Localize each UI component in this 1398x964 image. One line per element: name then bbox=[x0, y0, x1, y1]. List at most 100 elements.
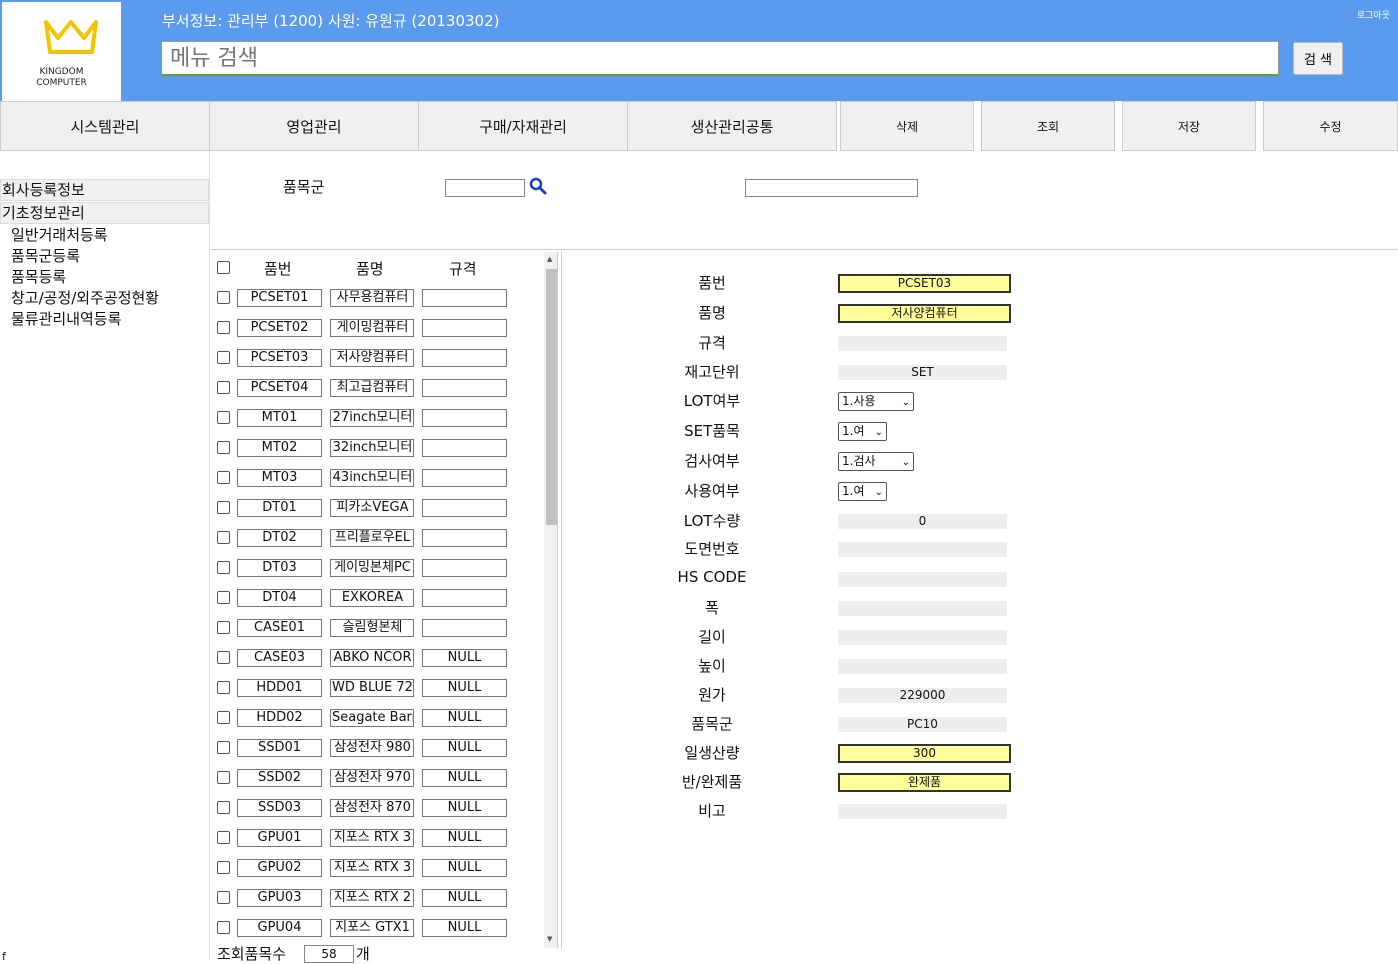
field-value[interactable]: PC10 bbox=[838, 717, 1007, 732]
field-select[interactable]: 1.사용 ⌄ bbox=[838, 392, 914, 411]
row-spec[interactable]: NULL bbox=[422, 649, 507, 667]
row-name[interactable]: 최고급컴퓨터 bbox=[330, 379, 414, 397]
table-row[interactable]: GPU01 지포스 RTX 3 NULL bbox=[211, 829, 541, 849]
row-code[interactable]: GPU04 bbox=[237, 919, 322, 937]
row-checkbox[interactable] bbox=[217, 501, 230, 514]
row-code[interactable]: PCSET02 bbox=[237, 319, 322, 337]
item-group-code-input[interactable] bbox=[445, 179, 525, 197]
sidebar-item-logistics[interactable]: 물류관리내역등록 bbox=[11, 309, 121, 329]
sidebar-group-basic-info[interactable]: 기초정보관리 bbox=[0, 202, 209, 224]
row-checkbox[interactable] bbox=[217, 861, 230, 874]
row-checkbox[interactable] bbox=[217, 351, 230, 364]
sidebar-group-company[interactable]: 회사등록정보 bbox=[0, 179, 209, 201]
row-name[interactable]: 27inch모니터 bbox=[330, 409, 414, 427]
row-spec[interactable]: NULL bbox=[422, 799, 507, 817]
row-name[interactable]: 지포스 RTX 3 bbox=[330, 829, 414, 847]
row-name[interactable]: 프리플로우EL bbox=[330, 529, 414, 547]
row-checkbox[interactable] bbox=[217, 771, 230, 784]
row-checkbox[interactable] bbox=[217, 621, 230, 634]
field-value[interactable] bbox=[838, 336, 1007, 351]
edit-button[interactable]: 수정 bbox=[1263, 101, 1398, 151]
row-code[interactable]: DT04 bbox=[237, 589, 322, 607]
row-checkbox[interactable] bbox=[217, 561, 230, 574]
row-code[interactable]: PCSET03 bbox=[237, 349, 322, 367]
row-spec[interactable] bbox=[422, 559, 507, 577]
table-row[interactable]: MT03 43inch모니터 bbox=[211, 469, 541, 489]
delete-button[interactable]: 삭제 bbox=[840, 101, 974, 151]
field-input-required[interactable]: 300 bbox=[838, 744, 1011, 763]
row-name[interactable]: WD BLUE 72 bbox=[330, 679, 414, 697]
row-spec[interactable]: NULL bbox=[422, 769, 507, 787]
sidebar-item-client[interactable]: 일반거래처등록 bbox=[11, 225, 108, 245]
table-row[interactable]: DT02 프리플로우EL bbox=[211, 529, 541, 549]
query-button[interactable]: 조회 bbox=[981, 101, 1115, 151]
table-row[interactable]: PCSET04 최고급컴퓨터 bbox=[211, 379, 541, 399]
field-value[interactable]: 0 bbox=[838, 514, 1007, 529]
table-row[interactable]: SSD03 삼성전자 870 NULL bbox=[211, 799, 541, 819]
scroll-up-icon[interactable]: ▲ bbox=[547, 255, 552, 263]
row-spec[interactable]: NULL bbox=[422, 739, 507, 757]
row-checkbox[interactable] bbox=[217, 321, 230, 334]
row-name[interactable]: 32inch모니터 bbox=[330, 439, 414, 457]
scroll-thumb[interactable] bbox=[546, 269, 557, 525]
row-name[interactable]: 삼성전자 980 bbox=[330, 739, 414, 757]
row-checkbox[interactable] bbox=[217, 291, 230, 304]
menu-production-common[interactable]: 생산관리공통 bbox=[627, 101, 837, 151]
row-name[interactable]: 저사양컴퓨터 bbox=[330, 349, 414, 367]
row-name[interactable]: EXKOREA bbox=[330, 589, 414, 607]
table-row[interactable]: SSD02 삼성전자 970 NULL bbox=[211, 769, 541, 789]
row-spec[interactable] bbox=[422, 409, 507, 427]
row-code[interactable]: CASE03 bbox=[237, 649, 322, 667]
field-select[interactable]: 1.검사 ⌄ bbox=[838, 452, 914, 471]
table-row[interactable]: GPU03 지포스 RTX 2 NULL bbox=[211, 889, 541, 909]
select-all-checkbox[interactable] bbox=[217, 261, 230, 274]
row-code[interactable]: MT02 bbox=[237, 439, 322, 457]
row-spec[interactable] bbox=[422, 619, 507, 637]
save-button[interactable]: 저장 bbox=[1122, 101, 1256, 151]
field-value[interactable] bbox=[838, 542, 1007, 557]
field-value[interactable] bbox=[838, 659, 1007, 674]
row-name[interactable]: 지포스 RTX 2 bbox=[330, 889, 414, 907]
table-row[interactable]: MT01 27inch모니터 bbox=[211, 409, 541, 429]
table-row[interactable]: PCSET03 저사양컴퓨터 bbox=[211, 349, 541, 369]
scroll-down-icon[interactable]: ▼ bbox=[547, 935, 552, 943]
row-checkbox[interactable] bbox=[217, 741, 230, 754]
row-spec[interactable]: NULL bbox=[422, 919, 507, 937]
table-row[interactable]: CASE01 슬림형본체 bbox=[211, 619, 541, 639]
row-spec[interactable] bbox=[422, 499, 507, 517]
row-code[interactable]: PCSET04 bbox=[237, 379, 322, 397]
row-code[interactable]: DT01 bbox=[237, 499, 322, 517]
field-value[interactable] bbox=[838, 572, 1007, 587]
table-row[interactable]: DT01 피카소VEGA bbox=[211, 499, 541, 519]
scrollbar[interactable]: ▲ ▼ bbox=[544, 252, 557, 948]
row-checkbox[interactable] bbox=[217, 591, 230, 604]
table-row[interactable]: PCSET02 게이밍컴퓨터 bbox=[211, 319, 541, 339]
kingdom-logo[interactable]: KINGDOM COMPUTER bbox=[2, 2, 121, 101]
sidebar-item-item-group[interactable]: 품목군등록 bbox=[11, 246, 80, 266]
row-checkbox[interactable] bbox=[217, 381, 230, 394]
row-name[interactable]: 피카소VEGA bbox=[330, 499, 414, 517]
field-value[interactable] bbox=[838, 804, 1007, 819]
row-checkbox[interactable] bbox=[217, 441, 230, 454]
row-spec[interactable] bbox=[422, 589, 507, 607]
row-name[interactable]: 게이밍본체PC bbox=[330, 559, 414, 577]
row-code[interactable]: GPU01 bbox=[237, 829, 322, 847]
menu-system-management[interactable]: 시스템관리 bbox=[0, 101, 210, 151]
table-row[interactable]: HDD01 WD BLUE 72 NULL bbox=[211, 679, 541, 699]
row-checkbox[interactable] bbox=[217, 531, 230, 544]
row-spec[interactable] bbox=[422, 289, 507, 307]
field-value[interactable]: SET bbox=[838, 365, 1007, 380]
table-row[interactable]: PCSET01 사무용컴퓨터 bbox=[211, 289, 541, 309]
row-spec[interactable]: NULL bbox=[422, 889, 507, 907]
row-code[interactable]: DT03 bbox=[237, 559, 322, 577]
row-spec[interactable] bbox=[422, 439, 507, 457]
row-spec[interactable] bbox=[422, 529, 507, 547]
row-name[interactable]: 게이밍컴퓨터 bbox=[330, 319, 414, 337]
row-spec[interactable]: NULL bbox=[422, 829, 507, 847]
menu-sales-management[interactable]: 영업관리 bbox=[209, 101, 419, 151]
row-checkbox[interactable] bbox=[217, 891, 230, 904]
row-checkbox[interactable] bbox=[217, 921, 230, 934]
search-button[interactable]: 검 색 bbox=[1293, 42, 1343, 75]
row-code[interactable]: MT01 bbox=[237, 409, 322, 427]
row-checkbox[interactable] bbox=[217, 651, 230, 664]
